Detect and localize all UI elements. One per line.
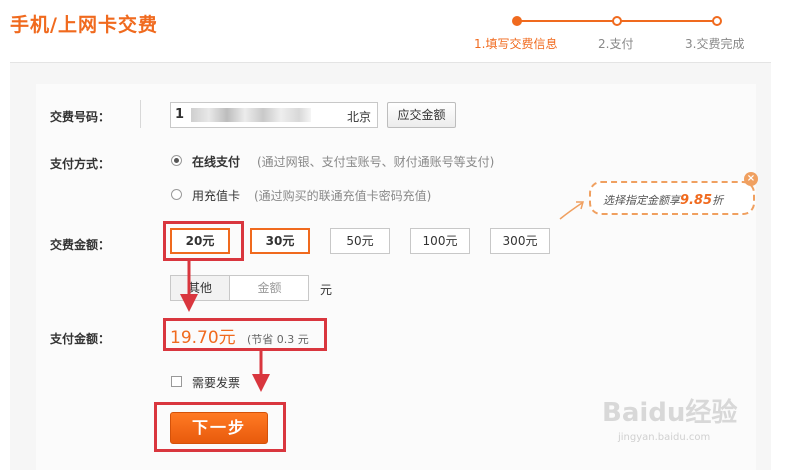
recharge-card-note: (通过购买的联通充值卡密码充值) xyxy=(254,189,432,203)
recharge-card-radio[interactable] xyxy=(171,189,182,200)
amount-option-20[interactable]: 20元 xyxy=(170,228,230,254)
promo-close-icon[interactable]: × xyxy=(744,172,758,186)
step-2-dot xyxy=(612,16,622,26)
payment-method-label: 支付方式： xyxy=(50,157,111,171)
watermark-url: jingyan.baidu.com xyxy=(618,432,711,443)
step-3-label: 3.交费完成 xyxy=(685,37,745,51)
phone-number-blurred xyxy=(191,108,311,122)
pay-savings-note: (节省 0.3 元 xyxy=(247,333,309,346)
promo-text: 选择指定金额享9.85折 xyxy=(603,193,724,208)
promo-arrow-icon xyxy=(559,201,584,220)
online-payment-label[interactable]: 在线支付 xyxy=(192,153,240,170)
phone-number-value: 1 xyxy=(175,107,185,122)
amount-option-300[interactable]: 300元 xyxy=(490,228,550,254)
step-2-label: 2.支付 xyxy=(598,37,634,51)
pay-amount-value: 19.70元 xyxy=(170,328,236,348)
step-1-label: 1.填写交费信息 xyxy=(474,37,558,51)
step-1-dot xyxy=(512,16,522,26)
phone-label: 交费号码： xyxy=(50,110,111,124)
step-3-dot xyxy=(712,16,722,26)
query-amount-button[interactable]: 应交金额 xyxy=(387,102,456,128)
other-amount-input[interactable]: 金额 xyxy=(231,276,308,300)
phone-city: 北京 xyxy=(346,110,371,124)
amount-option-100[interactable]: 100元 xyxy=(410,228,470,254)
other-amount-unit: 元 xyxy=(320,283,333,297)
page-title: 手机/上网卡交费 xyxy=(10,14,158,36)
next-step-button[interactable]: 下一步 xyxy=(170,412,268,444)
pay-amount-label: 支付金额： xyxy=(50,332,111,346)
watermark-logo: Baidu经验 xyxy=(602,398,738,428)
amount-label: 交费金额： xyxy=(50,238,111,252)
amount-option-50[interactable]: 50元 xyxy=(330,228,390,254)
annotation-arrow-icon xyxy=(252,348,270,392)
amount-option-30[interactable]: 30元 xyxy=(250,228,310,254)
recharge-card-label[interactable]: 用充值卡 xyxy=(192,187,240,204)
annotation-arrow-icon xyxy=(180,258,198,312)
phone-number-input[interactable]: 1 北京 xyxy=(170,102,378,128)
online-payment-note: (通过网银、支付宝账号、财付通账号等支付) xyxy=(257,155,495,169)
divider xyxy=(140,100,141,128)
promo-bubble: 选择指定金额享9.85折 xyxy=(589,181,755,215)
invoice-checkbox[interactable] xyxy=(171,376,182,387)
invoice-label[interactable]: 需要发票 xyxy=(192,374,240,391)
online-payment-radio[interactable] xyxy=(171,155,182,166)
